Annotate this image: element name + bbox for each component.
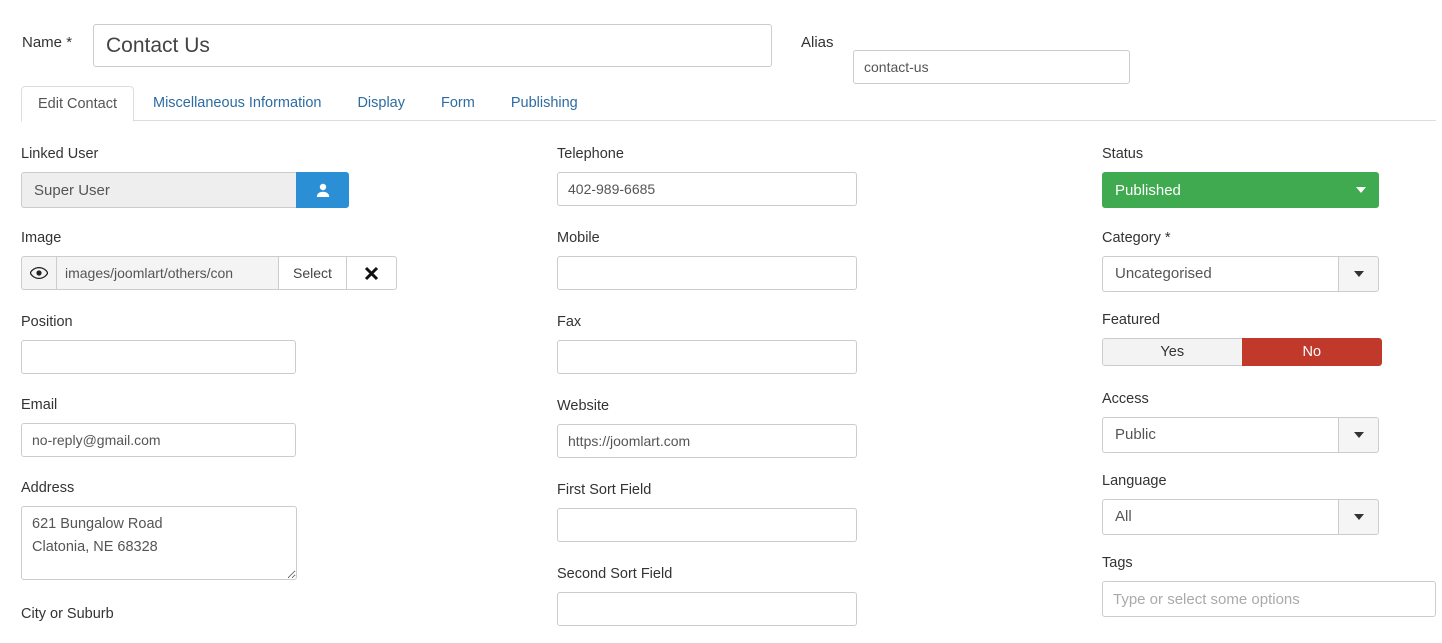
field-city: City or Suburb	[21, 606, 521, 623]
tab-form[interactable]: Form	[424, 85, 492, 121]
featured-toggle: Yes No	[1102, 338, 1382, 366]
field-website: Website	[557, 398, 857, 458]
address-label: Address	[21, 480, 75, 496]
field-mobile: Mobile	[557, 230, 857, 290]
name-input[interactable]	[93, 24, 772, 67]
first-sort-label: First Sort Field	[557, 482, 652, 498]
status-label: Status	[1102, 146, 1144, 162]
field-email: Email	[21, 397, 521, 457]
tab-publishing[interactable]: Publishing	[494, 85, 595, 121]
featured-yes-option[interactable]: Yes	[1102, 338, 1242, 366]
category-value: Uncategorised	[1102, 256, 1338, 292]
field-telephone: Telephone	[557, 146, 857, 206]
language-dropdown-button[interactable]	[1338, 499, 1379, 535]
right-column: Status Published Category * Uncategorise…	[1102, 146, 1437, 617]
linked-user-input[interactable]	[21, 172, 296, 208]
field-language: Language All	[1102, 473, 1437, 535]
first-sort-input[interactable]	[557, 508, 857, 542]
website-label: Website	[557, 398, 610, 414]
image-select-button[interactable]: Select	[279, 256, 347, 290]
mobile-input[interactable]	[557, 256, 857, 290]
field-second-sort: Second Sort Field	[557, 566, 857, 626]
chevron-down-icon	[1356, 187, 1366, 193]
category-label: Category *	[1102, 230, 1171, 246]
tab-bar: Edit Contact Miscellaneous Information D…	[21, 85, 1436, 122]
left-column: Linked User Image	[21, 146, 521, 632]
fax-input[interactable]	[557, 340, 857, 374]
mobile-label: Mobile	[557, 230, 600, 246]
tab-miscellaneous-information[interactable]: Miscellaneous Information	[136, 85, 338, 121]
image-clear-button[interactable]	[347, 256, 397, 290]
featured-label: Featured	[1102, 312, 1161, 328]
address-textarea[interactable]: 621 Bungalow Road Clatonia, NE 68328	[21, 506, 297, 580]
chevron-down-icon	[1353, 514, 1364, 520]
field-category: Category * Uncategorised	[1102, 230, 1437, 292]
name-label: Name *	[22, 34, 73, 51]
field-position: Position	[21, 314, 521, 374]
chevron-down-icon	[1353, 432, 1364, 438]
field-access: Access Public	[1102, 391, 1437, 453]
language-label: Language	[1102, 473, 1167, 489]
fax-label: Fax	[557, 314, 582, 330]
eye-icon	[30, 267, 48, 279]
name-required-marker: *	[66, 34, 73, 51]
linked-user-group	[21, 172, 349, 208]
email-label: Email	[21, 397, 58, 413]
tab-edit-contact[interactable]: Edit Contact	[21, 86, 134, 122]
position-input[interactable]	[21, 340, 296, 374]
second-sort-input[interactable]	[557, 592, 857, 626]
status-select[interactable]: Published	[1102, 172, 1379, 208]
alias-input[interactable]	[853, 50, 1130, 84]
language-value: All	[1102, 499, 1338, 535]
telephone-input[interactable]	[557, 172, 857, 206]
category-select[interactable]: Uncategorised	[1102, 256, 1379, 292]
category-required-marker: *	[1164, 230, 1171, 246]
field-address: Address 621 Bungalow Road Clatonia, NE 6…	[21, 480, 521, 585]
email-input[interactable]	[21, 423, 296, 457]
access-label: Access	[1102, 391, 1149, 407]
contact-edit-form: Name * Alias Edit Contact Miscellaneous …	[0, 0, 1442, 643]
field-image: Image Select	[21, 230, 521, 290]
field-featured: Featured Yes No	[1102, 312, 1437, 366]
select-user-button[interactable]	[296, 172, 349, 208]
second-sort-label: Second Sort Field	[557, 566, 673, 582]
position-label: Position	[21, 314, 73, 330]
website-input[interactable]	[557, 424, 857, 458]
city-label: City or Suburb	[21, 606, 114, 622]
access-value: Public	[1102, 417, 1338, 453]
image-path-input[interactable]	[57, 256, 279, 290]
status-value: Published	[1115, 181, 1181, 199]
linked-user-label: Linked User	[21, 146, 99, 162]
field-fax: Fax	[557, 314, 857, 374]
field-first-sort: First Sort Field	[557, 482, 857, 542]
field-linked-user: Linked User	[21, 146, 521, 208]
language-select[interactable]: All	[1102, 499, 1379, 535]
image-input-group: Select	[21, 256, 397, 290]
access-dropdown-button[interactable]	[1338, 417, 1379, 453]
user-icon	[316, 183, 329, 197]
field-tags: Tags	[1102, 555, 1437, 617]
middle-column: Telephone Mobile Fax Website First Sort …	[557, 146, 857, 626]
chevron-down-icon	[1353, 271, 1364, 277]
tab-display[interactable]: Display	[340, 85, 422, 121]
image-label: Image	[21, 230, 62, 246]
telephone-label: Telephone	[557, 146, 624, 162]
form-header: Name * Alias	[0, 24, 1442, 84]
category-dropdown-button[interactable]	[1338, 256, 1379, 292]
field-status: Status Published	[1102, 146, 1437, 208]
close-x-icon	[364, 266, 379, 280]
featured-no-option[interactable]: No	[1241, 338, 1382, 366]
image-preview-button[interactable]	[21, 256, 57, 290]
tags-label: Tags	[1102, 555, 1133, 571]
alias-label: Alias	[801, 34, 834, 51]
access-select[interactable]: Public	[1102, 417, 1379, 453]
tags-input[interactable]	[1102, 581, 1436, 617]
